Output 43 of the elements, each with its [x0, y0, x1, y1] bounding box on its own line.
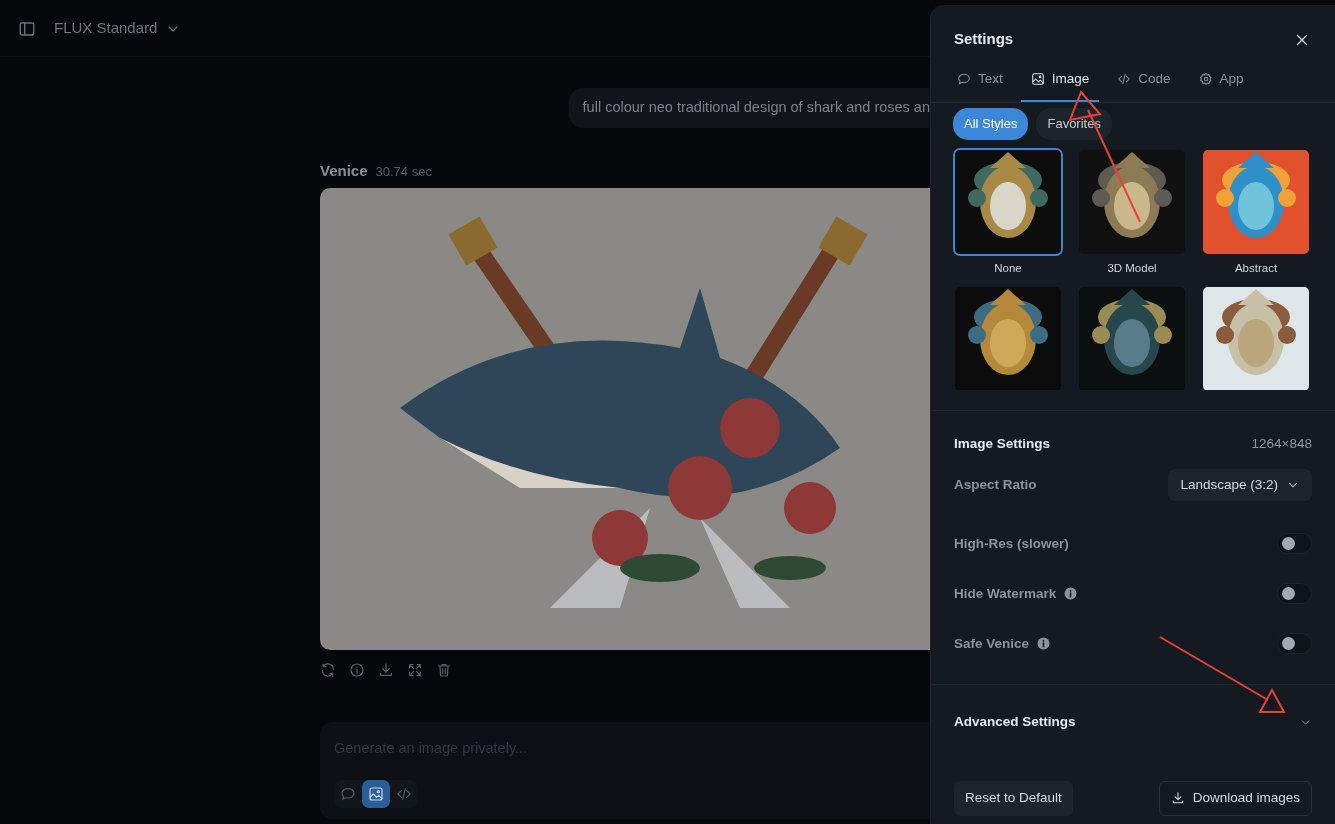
info-icon[interactable]	[1064, 587, 1078, 601]
code-icon	[1117, 72, 1132, 87]
download-icon[interactable]	[378, 662, 394, 679]
setting-label: Safe Venice	[954, 634, 1030, 653]
generation-time: 30.74 sec	[375, 162, 432, 181]
image-icon	[368, 786, 384, 802]
regenerate-icon[interactable]	[320, 662, 336, 679]
author-name: Venice	[320, 160, 368, 181]
delete-icon[interactable]	[436, 662, 452, 679]
code-icon	[396, 786, 412, 802]
setting-label: Aspect Ratio	[954, 476, 1037, 494]
model-name[interactable]: FLUX Standard	[54, 16, 158, 40]
download-button[interactable]: Download images	[1158, 781, 1312, 816]
toggle-switch[interactable]	[1277, 583, 1312, 605]
settings-tab[interactable]: Code	[1107, 61, 1181, 103]
expand-icon[interactable]	[407, 662, 423, 679]
settings-tab[interactable]: Image	[1020, 61, 1100, 103]
image-size: 1264×848	[1251, 434, 1312, 453]
panel-title: Settings	[954, 28, 1014, 49]
filter-chip[interactable]: All Styles	[953, 108, 1029, 140]
speech-bubble-icon	[957, 72, 971, 87]
settings-icon	[1198, 72, 1213, 87]
style-label: 3D Model	[1107, 260, 1157, 276]
download-icon	[1170, 791, 1185, 806]
toggle-switch[interactable]	[1277, 533, 1312, 555]
toggle-switch[interactable]	[1277, 633, 1312, 655]
info-icon[interactable]	[349, 662, 365, 679]
settings-tab[interactable]: App	[1188, 61, 1254, 103]
speech-bubble-icon	[340, 786, 356, 802]
mode-button[interactable]	[362, 780, 390, 808]
prompt-message: full colour neo traditional design of shark and roses an	[568, 88, 930, 128]
section-title: Image Settings	[954, 434, 1051, 453]
settings-tab[interactable]: Text	[947, 61, 1013, 103]
reset-button[interactable]: Reset to Default	[954, 781, 1073, 816]
image-icon	[1030, 72, 1045, 87]
setting-label: High-Res (slower)	[954, 534, 1069, 553]
style-label: None	[994, 260, 1022, 276]
info-icon[interactable]	[1037, 637, 1051, 651]
style-label: Abstract	[1234, 260, 1278, 276]
section-title: Advanced Settings	[954, 712, 1076, 731]
sidebar-toggle-icon[interactable]	[18, 19, 36, 38]
setting-label: Hide Watermark	[954, 584, 1057, 603]
aspect-ratio-dropdown[interactable]: Landscape (3:2)	[1168, 469, 1312, 502]
